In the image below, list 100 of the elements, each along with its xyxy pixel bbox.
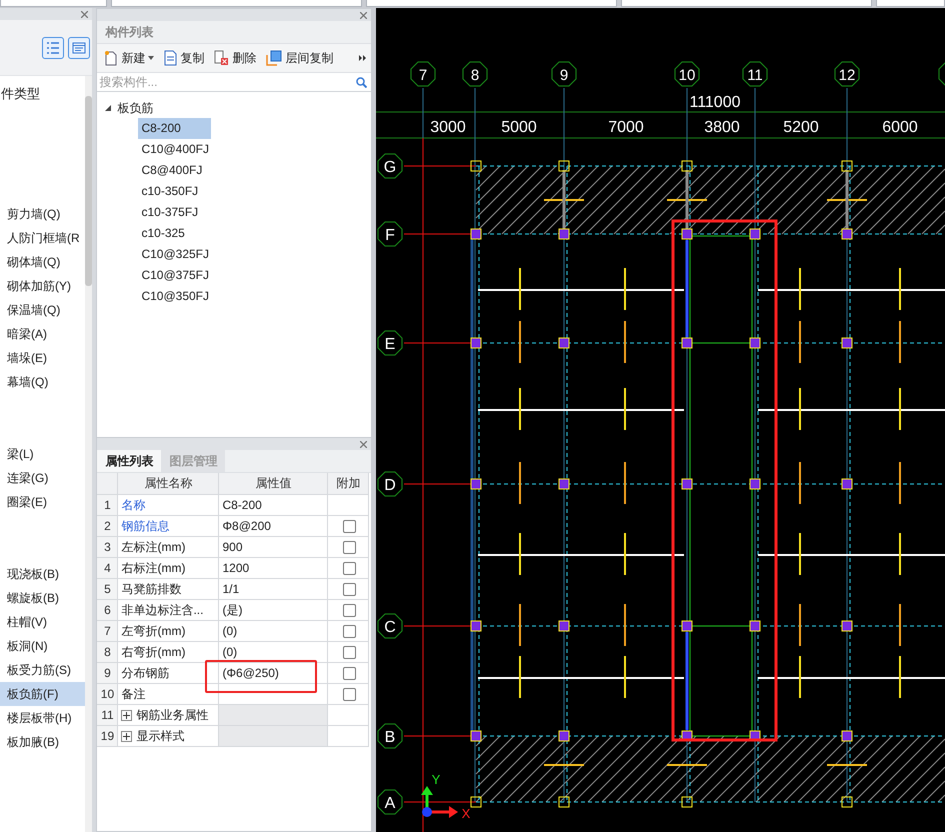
component-type-item[interactable]: 暗梁(A) — [0, 322, 84, 346]
panel-tab[interactable]: 属性列表 — [97, 450, 162, 472]
component-item[interactable]: C10@325FJ — [138, 244, 212, 265]
component-type-item[interactable]: 板负筋(F) — [0, 682, 84, 706]
tree-heading: 件类型 — [0, 85, 40, 103]
component-type-item[interactable]: 板受力筋(S) — [0, 658, 84, 682]
component-type-item[interactable]: 板洞(N) — [0, 634, 84, 658]
property-group-name: 钢筋业务属性 — [136, 707, 208, 724]
property-value[interactable]: C8-200 — [219, 495, 328, 516]
property-value[interactable]: (Φ6@250) — [219, 663, 328, 684]
expand-triangle-icon[interactable] — [105, 105, 112, 111]
component-item[interactable]: C10@400FJ — [138, 139, 212, 160]
axis-bubble: 7 — [410, 62, 436, 86]
component-type-item[interactable]: 墙垛(E) — [0, 346, 84, 370]
ucs-axis-label: Y — [432, 772, 440, 787]
property-value[interactable]: 1/1 — [219, 579, 328, 600]
scrollbar-thumb[interactable] — [84, 96, 92, 286]
checkbox[interactable] — [343, 646, 356, 658]
property-name: 备注 — [118, 684, 220, 705]
component-item[interactable]: C10@350FJ — [138, 286, 212, 307]
property-value[interactable]: (0) — [219, 621, 328, 642]
toolbar-button[interactable]: 新建 — [102, 48, 156, 68]
component-type-item[interactable]: 螺旋板(B) — [0, 586, 84, 610]
dimension-label: 7000 — [608, 119, 644, 136]
delete-document-icon — [214, 50, 230, 66]
component-type-item[interactable]: 圈梁(E) — [0, 490, 84, 514]
property-name-link[interactable]: 钢筋信息 — [118, 516, 220, 537]
component-item[interactable]: c10-325 — [138, 223, 212, 244]
checkbox[interactable] — [343, 520, 356, 532]
checkbox[interactable] — [343, 582, 356, 596]
property-value[interactable]: 900 — [219, 537, 328, 558]
dimension-label: 5200 — [783, 119, 819, 136]
component-type-item[interactable]: 保温墙(Q) — [0, 298, 84, 322]
window-view-button[interactable] — [68, 36, 90, 58]
row-number: 11 — [97, 705, 118, 726]
property-group-name: 显示样式 — [136, 728, 184, 745]
component-type-item[interactable]: 梁(L) — [0, 442, 84, 466]
checkbox[interactable] — [343, 604, 356, 616]
row-number: 8 — [97, 642, 118, 663]
expand-button[interactable] — [121, 730, 132, 742]
toolbar-button[interactable]: 复制 — [162, 48, 206, 68]
property-value[interactable]: (0) — [219, 642, 328, 663]
component-type-item[interactable]: 柱帽(V) — [0, 610, 84, 634]
ucs-axis-label: X — [462, 806, 470, 821]
axis-bubble: 9 — [551, 62, 576, 86]
row-number: 4 — [97, 558, 118, 579]
toolbar-button[interactable]: 层间复制 — [264, 48, 336, 68]
list-view-button[interactable] — [42, 36, 64, 58]
component-item[interactable]: c10-375FJ — [138, 202, 212, 223]
component-type-item[interactable]: 砌体加筋(Y) — [0, 274, 84, 298]
property-name: 非单边标注含... — [118, 600, 220, 621]
component-type-item[interactable]: 楼层板带(H) — [0, 706, 84, 730]
row-number: 10 — [97, 684, 118, 705]
column-header: 属性值 — [219, 473, 328, 495]
component-item[interactable]: C8@400FJ — [138, 160, 212, 181]
toolbar-button[interactable]: 删除 — [212, 48, 258, 68]
list-icon — [46, 40, 60, 54]
property-name-link[interactable]: 名称 — [118, 495, 220, 516]
axis-bubble: D — [377, 472, 402, 496]
row-number: 1 — [97, 495, 118, 516]
axis-bubble: C — [377, 614, 402, 638]
component-item[interactable]: C8-200 — [138, 118, 212, 139]
component-item[interactable]: c10-350FJ — [138, 181, 212, 202]
close-icon[interactable] — [360, 12, 367, 18]
close-icon[interactable] — [80, 10, 88, 18]
property-value[interactable]: 1200 — [219, 558, 328, 579]
checkbox[interactable] — [343, 540, 356, 554]
component-type-item[interactable]: 人防门框墙(R — [0, 226, 84, 250]
component-type-item[interactable]: 剪力墙(Q) — [0, 202, 84, 226]
expand-button[interactable] — [121, 710, 132, 720]
row-number: 3 — [97, 537, 118, 558]
row-number: 7 — [97, 621, 118, 642]
window-icon — [72, 40, 86, 54]
checkbox[interactable] — [343, 666, 356, 680]
component-type-item[interactable]: 连梁(G) — [0, 466, 84, 490]
property-name: 分布钢筋 — [118, 663, 220, 684]
checkbox[interactable] — [343, 688, 356, 700]
component-type-item[interactable]: 幕墙(Q) — [0, 370, 84, 394]
property-value[interactable]: (是) — [219, 600, 328, 621]
search-icon[interactable] — [356, 76, 367, 88]
close-icon[interactable] — [360, 440, 367, 448]
component-type-item[interactable]: 板加腋(B) — [0, 730, 84, 754]
checkbox[interactable] — [343, 624, 356, 638]
more-icon[interactable] — [358, 55, 367, 61]
property-value[interactable]: Φ8@200 — [219, 516, 328, 537]
dimension-label: 3000 — [430, 119, 466, 136]
checkbox[interactable] — [343, 562, 356, 574]
axis-bubble: F — [377, 222, 402, 246]
component-item[interactable]: C10@375FJ — [138, 265, 212, 286]
row-number: 9 — [97, 663, 118, 684]
axis-bubble: E — [377, 330, 402, 356]
axis-bubble — [938, 62, 945, 86]
axis-bubble: 12 — [834, 62, 860, 86]
column-header: 附加 — [328, 473, 370, 495]
component-type-item[interactable]: 砌体墙(Q) — [0, 250, 84, 274]
component-type-item[interactable]: 现浇板(B) — [0, 562, 84, 586]
row-number: 6 — [97, 600, 118, 621]
axis-bubble: A — [377, 790, 402, 814]
tree-node[interactable]: 板负筋 — [117, 100, 154, 116]
row-number: 2 — [97, 516, 118, 537]
